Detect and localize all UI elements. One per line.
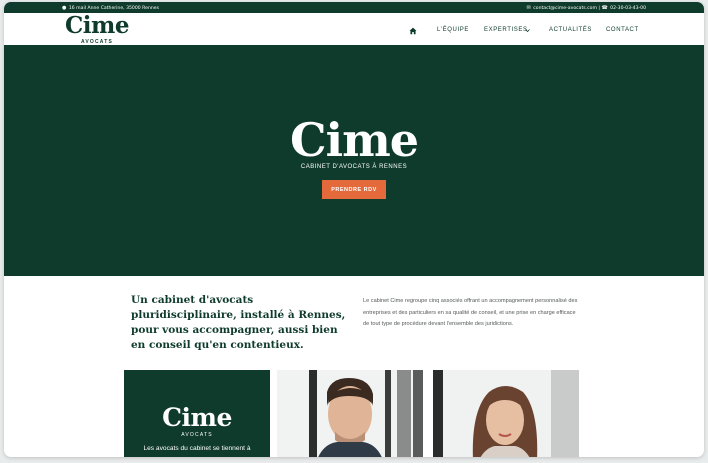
hero-logo-wordmark: Cime [289, 113, 419, 167]
map-pin-icon: ● [62, 4, 67, 11]
site-logo[interactable]: Cime AVOCATS [62, 12, 132, 47]
address-text: 16 mail Anne Catherine, 35000 Rennes [68, 5, 160, 11]
intro-paragraph: Le cabinet Cime regroupe cinq associés o… [363, 298, 578, 327]
hero-banner: Cime CABINET D'AVOCATS À RENNES PRENDRE … [4, 45, 704, 276]
envelope-icon: ✉ [526, 4, 531, 11]
nav-item-expertises[interactable]: EXPERTISES [484, 27, 528, 33]
lawyer-portrait-female [433, 370, 579, 457]
intro-heading: Un cabinet d'avocats pluridisciplinaire,… [131, 294, 346, 351]
card-logo-subtitle: AVOCATS [181, 432, 213, 438]
hero-subtitle: CABINET D'AVOCATS À RENNES [300, 164, 408, 170]
home-icon[interactable] [409, 27, 417, 35]
address-block: ● 16 mail Anne Catherine, 35000 Rennes [62, 5, 159, 11]
logo-wordmark: Cime [64, 12, 130, 39]
contact-separator: | [598, 5, 600, 11]
lawyer-portrait-male [277, 370, 423, 457]
lawyer-photo-1[interactable] [277, 370, 423, 457]
phone-icon: ☎ [601, 4, 608, 11]
browser-viewport: ● 16 mail Anne Catherine, 35000 Rennes ✉… [4, 2, 704, 457]
nav-item-contact[interactable]: CONTACT [606, 27, 639, 33]
contact-block: ✉ contact@cime-avocats.com | ☎ 02-30-03-… [527, 5, 646, 11]
nav-item-actualites[interactable]: ACTUALITÉS [549, 27, 592, 33]
chevron-down-icon[interactable] [525, 28, 530, 33]
phone-link[interactable]: 02-30-03-43-00 [610, 6, 646, 11]
card-text: Les avocats du cabinet se tiennent à [143, 445, 251, 452]
team-intro-card: Cime AVOCATS Les avocats du cabinet se t… [124, 370, 270, 457]
book-appointment-button[interactable]: PRENDRE RDV [322, 180, 386, 199]
nav-item-equipe[interactable]: L'ÉQUIPE [437, 27, 469, 33]
lawyer-photo-2[interactable] [433, 370, 579, 457]
site-header: Cime AVOCATS L'ÉQUIPE EXPERTISES ACTUALI… [4, 12, 704, 47]
card-logo-wordmark: Cime [162, 403, 232, 432]
email-link[interactable]: contact@cime-avocats.com [533, 6, 597, 11]
